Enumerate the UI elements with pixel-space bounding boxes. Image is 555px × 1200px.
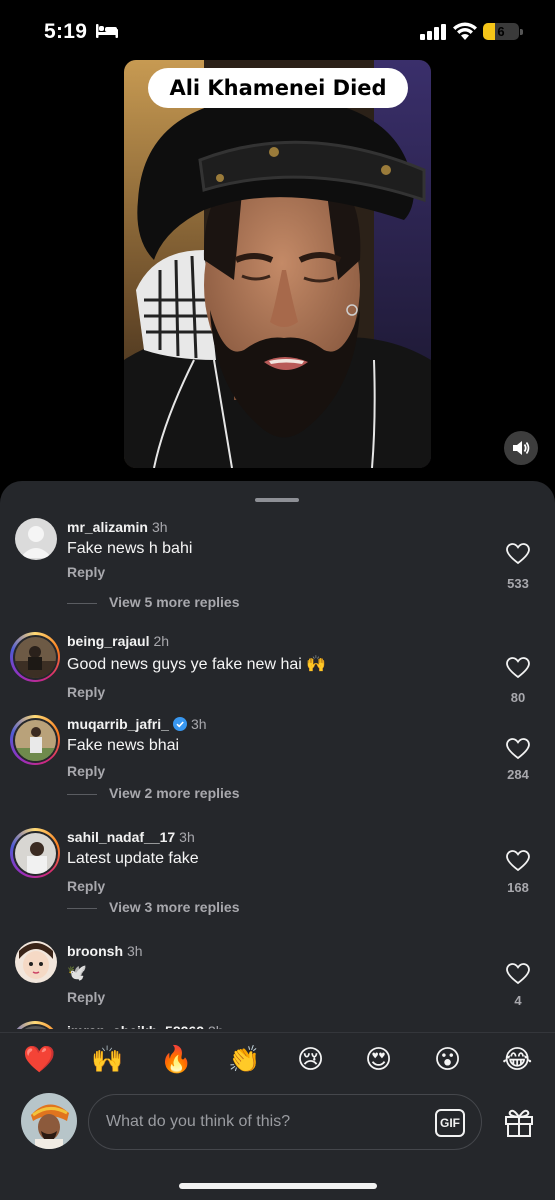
- video-frame: [124, 60, 431, 468]
- avatar: [14, 1025, 56, 1029]
- speaker-icon: [513, 441, 530, 455]
- comments-list[interactable]: mr_alizamin 3h Fake news h bahi Reply Vie…: [0, 511, 555, 1029]
- comment-username[interactable]: sahil_nadaf__17: [67, 829, 175, 845]
- avatar[interactable]: [15, 518, 57, 560]
- comment-text: Fake news h bahi: [67, 540, 193, 557]
- reply-button[interactable]: Reply: [67, 989, 105, 1005]
- heart-icon[interactable]: [506, 963, 530, 985]
- comment-time: 3h: [179, 829, 195, 845]
- avatar[interactable]: [15, 941, 57, 983]
- avatar-photo: [21, 1093, 77, 1149]
- avatar-photo: [14, 832, 56, 874]
- reaction-clap[interactable]: 👏: [228, 1045, 260, 1075]
- reaction-laughing[interactable]: 😂: [502, 1045, 532, 1075]
- like-count: 4: [514, 993, 522, 1008]
- view-more-replies[interactable]: View 3 more replies: [67, 899, 239, 915]
- quick-reactions-bar: ❤️ 🙌 🔥 👏 😢 😍 😮 😂: [0, 1032, 555, 1084]
- video-caption: Ali Khamenei Died: [148, 68, 408, 108]
- comment-username[interactable]: mr_alizamin: [67, 519, 148, 535]
- comment-text: Good news guys ye fake new hai 🙌: [67, 656, 327, 673]
- wifi-icon: [453, 22, 477, 40]
- like-count: 533: [507, 576, 529, 591]
- status-bar: 5:19 6: [0, 0, 555, 60]
- comment-header: mr_alizamin 3h: [67, 519, 168, 535]
- comment-time: 3h: [151, 519, 168, 535]
- like-count: 284: [507, 767, 529, 782]
- comment-input[interactable]: What do you think of this? GIF: [88, 1094, 482, 1150]
- reaction-heart[interactable]: ❤️: [23, 1045, 55, 1075]
- view-more-replies-label: View 5 more replies: [109, 594, 240, 610]
- view-more-replies[interactable]: View 5 more replies: [67, 594, 239, 610]
- avatar-ring-inner: [12, 830, 58, 876]
- heart-icon[interactable]: [506, 657, 530, 679]
- view-more-replies-label: View 2 more replies: [109, 785, 240, 801]
- comment-username[interactable]: broonsh: [67, 943, 123, 959]
- volume-button[interactable]: [504, 431, 538, 465]
- heart-icon[interactable]: [506, 850, 530, 872]
- heart-icon[interactable]: [506, 738, 530, 760]
- comment-header: sahil_nadaf__17 3h: [67, 829, 195, 845]
- replies-divider: [67, 793, 97, 795]
- comments-sheet: mr_alizamin 3h Fake news h bahi Reply Vie…: [0, 481, 555, 1200]
- comment-username[interactable]: being_rajaul: [67, 633, 149, 649]
- avatar: [14, 832, 56, 874]
- story-ring-avatar[interactable]: [10, 715, 60, 765]
- view-more-replies-label: View 3 more replies: [109, 899, 240, 915]
- comment-time: 3h: [127, 943, 143, 959]
- reply-button[interactable]: Reply: [67, 564, 105, 580]
- comment-header: muqarrib_jafri_ 3h: [67, 716, 207, 732]
- story-ring-avatar[interactable]: [10, 1021, 60, 1029]
- comment-text: Latest update fake: [67, 850, 199, 867]
- drag-handle[interactable]: [255, 498, 299, 502]
- comment-header: broonsh 3h: [67, 943, 143, 959]
- gift-icon[interactable]: [503, 1106, 535, 1138]
- comment-input-placeholder: What do you think of this?: [106, 1113, 291, 1130]
- replies-divider: [67, 907, 97, 909]
- avatar-photo: [14, 719, 56, 761]
- default-avatar-icon: [15, 518, 57, 560]
- status-time: 5:19: [44, 20, 88, 43]
- avatar-photo: [15, 941, 57, 983]
- reaction-fire[interactable]: 🔥: [160, 1045, 192, 1075]
- comment-text: Fake news bhai: [67, 737, 180, 754]
- comment-username[interactable]: imran_sheikh_58262: [67, 1023, 204, 1029]
- verified-badge-icon: [172, 717, 187, 731]
- reply-button[interactable]: Reply: [67, 878, 105, 894]
- reply-button[interactable]: Reply: [67, 684, 105, 700]
- story-ring-avatar[interactable]: [10, 632, 60, 682]
- avatar-ring-inner: [12, 717, 58, 763]
- reply-button[interactable]: Reply: [67, 763, 105, 779]
- comment-username[interactable]: muqarrib_jafri_: [67, 716, 169, 732]
- comment-header: imran_sheikh_58262 3h: [67, 1023, 224, 1029]
- battery-cap: [520, 29, 523, 35]
- battery-level: 6: [497, 24, 505, 39]
- heart-icon[interactable]: [506, 543, 530, 565]
- like-count: 80: [510, 690, 526, 705]
- view-more-replies[interactable]: View 2 more replies: [67, 785, 239, 801]
- reaction-surprised[interactable]: 😮: [434, 1045, 461, 1075]
- reaction-heart-eyes[interactable]: 😍: [365, 1045, 392, 1075]
- cellular-signal-icon: [420, 24, 446, 40]
- comment-text: 🕊️: [67, 965, 87, 982]
- like-count: 168: [507, 880, 529, 895]
- comment-time: 2h: [153, 633, 170, 649]
- replies-divider: [67, 602, 97, 604]
- reel-video[interactable]: Ali Khamenei Died: [124, 60, 431, 468]
- comment-header: being_rajaul 2h: [67, 633, 169, 649]
- comment-time: 3h: [190, 716, 207, 732]
- battery-indicator: 6: [483, 23, 519, 40]
- reaction-crying[interactable]: 😢: [297, 1045, 324, 1075]
- gif-button[interactable]: GIF: [435, 1109, 465, 1137]
- sleep-focus-icon: [96, 24, 118, 38]
- current-user-avatar[interactable]: [21, 1093, 77, 1149]
- comment-time: 3h: [208, 1023, 224, 1029]
- story-ring-avatar[interactable]: [10, 828, 60, 878]
- avatar-ring-inner: [12, 1023, 58, 1029]
- avatar: [14, 636, 56, 678]
- avatar-ring-inner: [12, 634, 58, 680]
- avatar-photo: [14, 636, 56, 678]
- reaction-raised-hands[interactable]: 🙌: [91, 1045, 123, 1075]
- avatar: [14, 719, 56, 761]
- home-indicator[interactable]: [179, 1183, 377, 1189]
